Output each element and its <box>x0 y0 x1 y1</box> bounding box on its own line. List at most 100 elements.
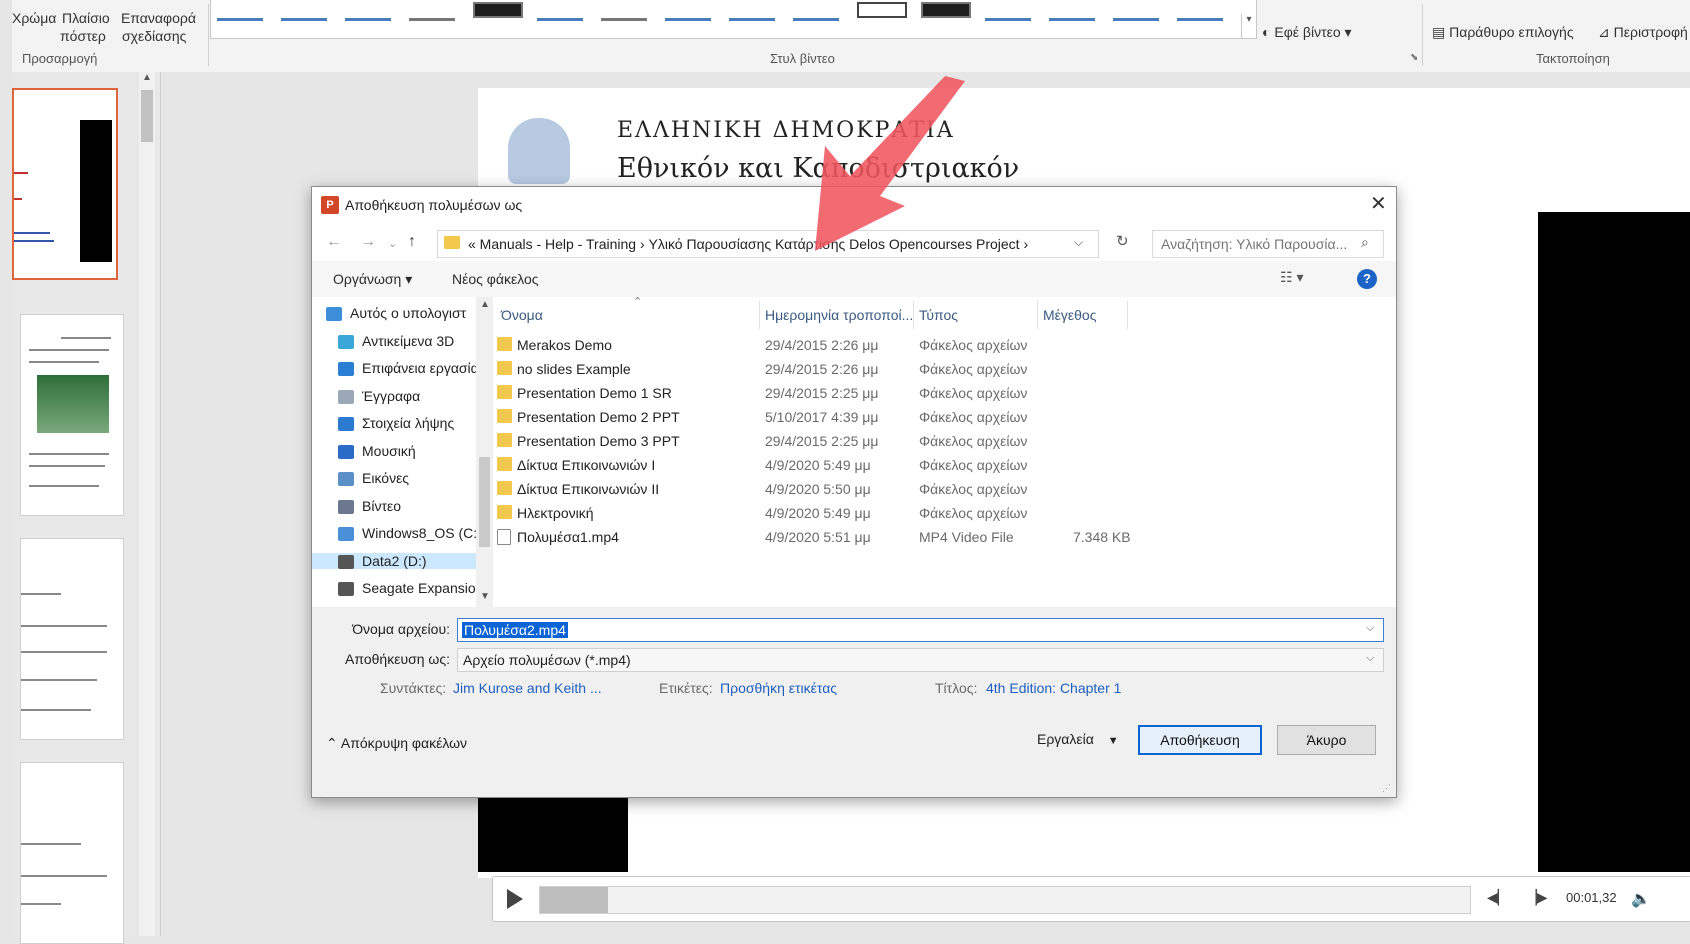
file-row[interactable]: Merakos Demo 29/4/2015 2:26 μμ Φάκελος αρχ… <box>493 333 1353 357</box>
scroll-up-arrow-icon[interactable]: ▲ <box>480 299 490 310</box>
video-progress-track[interactable] <box>539 886 1471 914</box>
filename-field[interactable]: Πολυμέσα2.mp4 ⌵ <box>457 618 1384 642</box>
style-thumb[interactable] <box>473 2 523 18</box>
style-thumb[interactable] <box>345 2 391 21</box>
step-back-icon[interactable]: ◀▏ <box>1487 889 1509 906</box>
tree-item[interactable]: Εικόνες <box>338 470 478 487</box>
file-row[interactable]: no slides Example 29/4/2015 2:26 μμ Φάκελο… <box>493 357 1353 381</box>
refresh-icon[interactable]: ↻ <box>1116 232 1129 250</box>
forward-arrow-icon[interactable]: → <box>360 233 376 251</box>
tree-item[interactable]: Αντικείμενα 3D <box>338 333 478 349</box>
rotate-button[interactable]: ⊿ Περιστροφή <box>1598 24 1688 41</box>
play-icon[interactable] <box>507 889 523 909</box>
file-row[interactable]: Πολυμέσα1.mp4 4/9/2020 5:51 μμ MP4 Video F… <box>493 525 1353 549</box>
recent-locations-icon[interactable]: ⌄ <box>388 237 397 250</box>
column-header-name[interactable]: Όνομα <box>501 307 543 323</box>
style-thumb[interactable] <box>985 2 1031 21</box>
tree-scrollbar[interactable]: ▲ ▼ <box>476 297 493 607</box>
save-as-type-select[interactable]: Αρχείο πολυμέσων (*.mp4) ⌵ <box>457 648 1384 672</box>
help-icon[interactable]: ? <box>1357 269 1377 289</box>
style-thumb[interactable] <box>409 2 455 21</box>
style-thumb[interactable] <box>1113 2 1159 21</box>
style-thumb[interactable] <box>281 2 327 21</box>
style-thumb[interactable] <box>921 2 971 18</box>
address-bar[interactable]: « Manuals - Help - Training › Υλικό Παρο… <box>437 230 1099 258</box>
column-header-type[interactable]: Τύπος <box>919 307 958 323</box>
style-thumb[interactable] <box>857 2 907 18</box>
reset-design-button[interactable]: Επαναφορά <box>121 10 196 26</box>
volume-icon[interactable]: 🔈 <box>1631 889 1651 909</box>
tree-item[interactable]: Έγγραφα <box>338 388 478 404</box>
thumbnail-scrollbar[interactable]: ▲ <box>139 72 155 936</box>
tools-button[interactable]: Εργαλεία ▼ <box>1037 731 1119 747</box>
slide-thumbnail[interactable] <box>20 762 124 944</box>
save-button[interactable]: Αποθήκευση <box>1138 725 1262 755</box>
slide-thumbnail[interactable] <box>20 314 124 516</box>
back-arrow-icon[interactable]: ← <box>326 233 342 251</box>
file-row[interactable]: Presentation Demo 1 SR 29/4/2015 2:25 μμ Φ… <box>493 381 1353 405</box>
column-header-size[interactable]: Μέγεθος <box>1043 307 1096 323</box>
dialog-launcher-icon[interactable]: ⬊ <box>1410 52 1418 63</box>
poster-frame-button-line2[interactable]: πόστερ <box>60 28 106 44</box>
hide-folders-button[interactable]: ⌃ Απόκρυψη φακέλων <box>326 735 467 752</box>
column-divider[interactable] <box>1127 301 1128 329</box>
reset-design-button-line2[interactable]: σχεδίασης <box>122 28 186 44</box>
chevron-down-icon[interactable]: ⌵ <box>1074 235 1083 250</box>
style-thumb[interactable] <box>217 2 263 21</box>
tree-item[interactable]: Επιφάνεια εργασίας <box>338 360 478 377</box>
video-effects-button[interactable]: ◐ Εφέ βίντεο ▾ <box>1262 24 1352 41</box>
tags-value[interactable]: Προσθήκη ετικέτας <box>720 680 837 696</box>
tree-item[interactable]: Βίντεο <box>338 498 478 514</box>
column-header-date[interactable]: Ημερομηνία τροποποί... <box>765 307 913 323</box>
search-input[interactable] <box>1159 235 1353 253</box>
style-thumb[interactable] <box>537 2 583 21</box>
new-folder-button[interactable]: Νέος φάκελος <box>452 271 539 287</box>
authors-value[interactable]: Jim Kurose and Keith ... <box>453 680 602 696</box>
cancel-button[interactable]: Άκυρο <box>1277 725 1376 755</box>
selection-pane-button[interactable]: ▤ Παράθυρο επιλογής <box>1432 24 1574 41</box>
scrollbar-thumb[interactable] <box>479 457 490 547</box>
tree-item[interactable]: Μουσική <box>338 443 478 459</box>
file-row[interactable]: Presentation Demo 2 PPT 5/10/2017 4:39 μμ… <box>493 405 1353 429</box>
chevron-down-icon[interactable]: ⌵ <box>1366 622 1374 635</box>
scrollbar-thumb[interactable] <box>141 90 153 142</box>
scroll-up-arrow-icon[interactable]: ▲ <box>142 72 152 83</box>
tree-item-label: Εικόνες <box>362 470 410 486</box>
slide-thumbnail[interactable] <box>20 538 124 740</box>
search-icon[interactable]: ⌕ <box>1361 234 1369 251</box>
resize-grip-icon[interactable]: ⋰ <box>1382 783 1391 794</box>
video-styles-gallery[interactable]: ▾ <box>210 0 1257 39</box>
file-row[interactable]: Ηλεκτρονική 4/9/2020 5:49 μμ Φάκελος αρχεί… <box>493 501 1353 525</box>
tree-item[interactable]: Αυτός ο υπολογιστής <box>326 305 466 322</box>
view-options-icon[interactable]: ☷ ▾ <box>1280 269 1303 286</box>
style-thumb[interactable] <box>793 2 839 21</box>
tree-item[interactable]: Data2 (D:) <box>312 552 498 569</box>
organize-button[interactable]: Οργάνωση ▾ <box>333 271 412 288</box>
column-divider[interactable] <box>913 301 914 329</box>
style-thumb[interactable] <box>729 2 775 21</box>
chevron-down-icon[interactable]: ⌵ <box>1366 652 1374 665</box>
title-value[interactable]: 4th Edition: Chapter 1 <box>986 680 1121 696</box>
file-row[interactable]: Δίκτυα Επικοινωνιών ΙΙ 4/9/2020 5:50 μμ Φά… <box>493 477 1353 501</box>
style-thumb[interactable] <box>1049 2 1095 21</box>
column-divider[interactable] <box>1037 301 1038 329</box>
up-arrow-icon[interactable]: ↑ <box>408 233 416 251</box>
style-thumb[interactable] <box>1177 2 1223 21</box>
close-icon[interactable]: ✕ <box>1370 191 1387 216</box>
gallery-more-arrow[interactable]: ▾ <box>1241 14 1256 38</box>
style-thumb[interactable] <box>601 2 647 21</box>
scroll-down-arrow-icon[interactable]: ▼ <box>480 591 490 602</box>
slide-thumbnail[interactable] <box>12 88 118 280</box>
tree-item[interactable]: Στοιχεία λήψης <box>338 415 478 432</box>
search-box[interactable]: ⌕ <box>1152 230 1384 258</box>
tree-item[interactable]: Windows8_OS (C:) <box>338 525 478 542</box>
filename-value[interactable]: Πολυμέσα2.mp4 <box>462 622 568 638</box>
file-row[interactable]: Presentation Demo 3 PPT 29/4/2015 2:25 μμ… <box>493 429 1353 453</box>
poster-frame-button[interactable]: Πλαίσιο <box>62 10 110 26</box>
style-thumb[interactable] <box>665 2 711 21</box>
tree-item[interactable]: Seagate Expansion <box>338 580 478 597</box>
file-row[interactable]: Δίκτυα Επικοινωνιών Ι 4/9/2020 5:49 μμ Φάκ… <box>493 453 1353 477</box>
color-button[interactable]: Χρώμα <box>12 10 56 26</box>
column-divider[interactable] <box>759 301 760 329</box>
step-forward-icon[interactable]: ▕▶ <box>1526 889 1548 906</box>
